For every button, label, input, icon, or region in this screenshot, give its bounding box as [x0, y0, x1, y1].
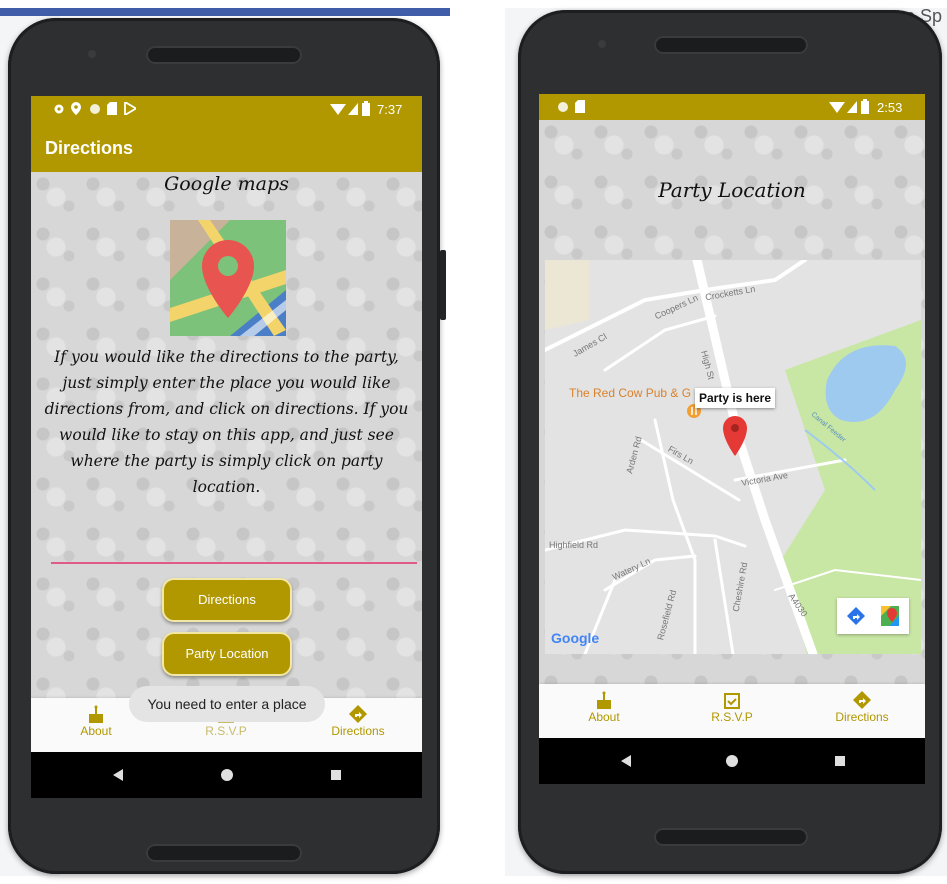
nav-item-about[interactable]: About: [549, 684, 659, 740]
google-maps-pin-icon: [170, 220, 286, 336]
google-attribution: Google: [551, 630, 600, 646]
app-bar: Directions: [31, 122, 422, 172]
status-time: 2:53: [877, 100, 903, 115]
left-phone-screen: 7:37 Directions Google maps If you would…: [31, 96, 422, 798]
nav-item-directions-label: Directions: [331, 724, 385, 738]
instructions-text: If you would like the directions to the …: [44, 348, 409, 496]
map-toolbar: [837, 598, 909, 634]
page-heading: Google maps: [164, 173, 289, 195]
left-phone-power-button: [440, 250, 446, 320]
nav-item-directions-label: Directions: [835, 710, 889, 724]
background-strip-left: [0, 8, 450, 16]
right-phone-screen: 2:53 Party Location Crocketts Ln Coopers…: [539, 94, 925, 784]
poi-label: The Red Cow Pub & G: [569, 386, 692, 400]
cake-icon: [597, 691, 611, 709]
back-icon[interactable]: [113, 769, 123, 781]
status-time: 7:37: [377, 102, 403, 117]
back-icon[interactable]: [621, 755, 631, 767]
google-maps-icon[interactable]: [881, 606, 899, 626]
cake-icon: [89, 705, 103, 723]
page-heading: Party Location: [658, 178, 806, 202]
right-phone-bottom-speaker: [654, 828, 808, 846]
recents-icon[interactable]: [331, 770, 341, 780]
settings-icon: [54, 104, 64, 114]
left-phone-camera: [88, 50, 96, 58]
nav-item-rsvp[interactable]: R.S.V.P: [677, 684, 787, 740]
nav-item-about-label: About: [80, 724, 112, 738]
directions-icon: [853, 691, 871, 709]
right-phone-camera: [598, 40, 606, 48]
nav-item-about-label: About: [588, 710, 620, 724]
nav-item-rsvp-label: R.S.V.P: [711, 710, 753, 724]
directions-button[interactable]: Directions: [162, 578, 292, 622]
system-navigation-bar: [539, 738, 925, 784]
app-bar-title: Directions: [45, 138, 134, 158]
signal-icon: [847, 101, 857, 113]
wifi-icon: [829, 102, 845, 113]
party-map[interactable]: Crocketts Ln Coopers Ln James Cl High St…: [545, 260, 921, 654]
recents-icon[interactable]: [835, 756, 845, 766]
directions-icon[interactable]: [847, 607, 865, 625]
directions-icon: [349, 705, 367, 723]
nav-item-directions[interactable]: Directions: [807, 684, 917, 740]
system-navigation-bar: [31, 752, 422, 798]
nav-item-rsvp-label: R.S.V.P: [205, 724, 247, 738]
battery-icon: [861, 99, 869, 114]
left-phone-top-speaker: [146, 46, 302, 64]
home-icon[interactable]: [725, 754, 739, 768]
marker-label: Party is here: [698, 391, 772, 405]
party-location-button[interactable]: Party Location: [162, 632, 292, 676]
map-pin-icon[interactable]: [723, 416, 747, 456]
play-store-icon: [124, 102, 136, 115]
wifi-icon: [330, 104, 346, 115]
marker-info-window: Party is here: [695, 388, 775, 408]
signal-icon: [348, 103, 358, 115]
left-phone-bottom-speaker: [146, 844, 302, 862]
sd-card-icon: [107, 102, 117, 115]
sd-card-icon: [575, 100, 585, 113]
street-label: Highfield Rd: [549, 540, 599, 550]
circle-icon: [558, 102, 568, 112]
right-phone-top-speaker: [654, 36, 808, 54]
home-icon[interactable]: [221, 769, 233, 781]
toast-message: You need to enter a place: [129, 686, 325, 722]
circle-icon: [90, 104, 100, 114]
calendar-check-icon: [724, 693, 740, 709]
place-input[interactable]: [51, 536, 417, 564]
bottom-navigation: About R.S.V.P Directions: [539, 684, 925, 740]
battery-icon: [362, 101, 370, 116]
status-bar: 7:37: [31, 96, 422, 122]
status-bar-right: 2:53: [539, 94, 925, 120]
location-icon: [71, 102, 81, 115]
